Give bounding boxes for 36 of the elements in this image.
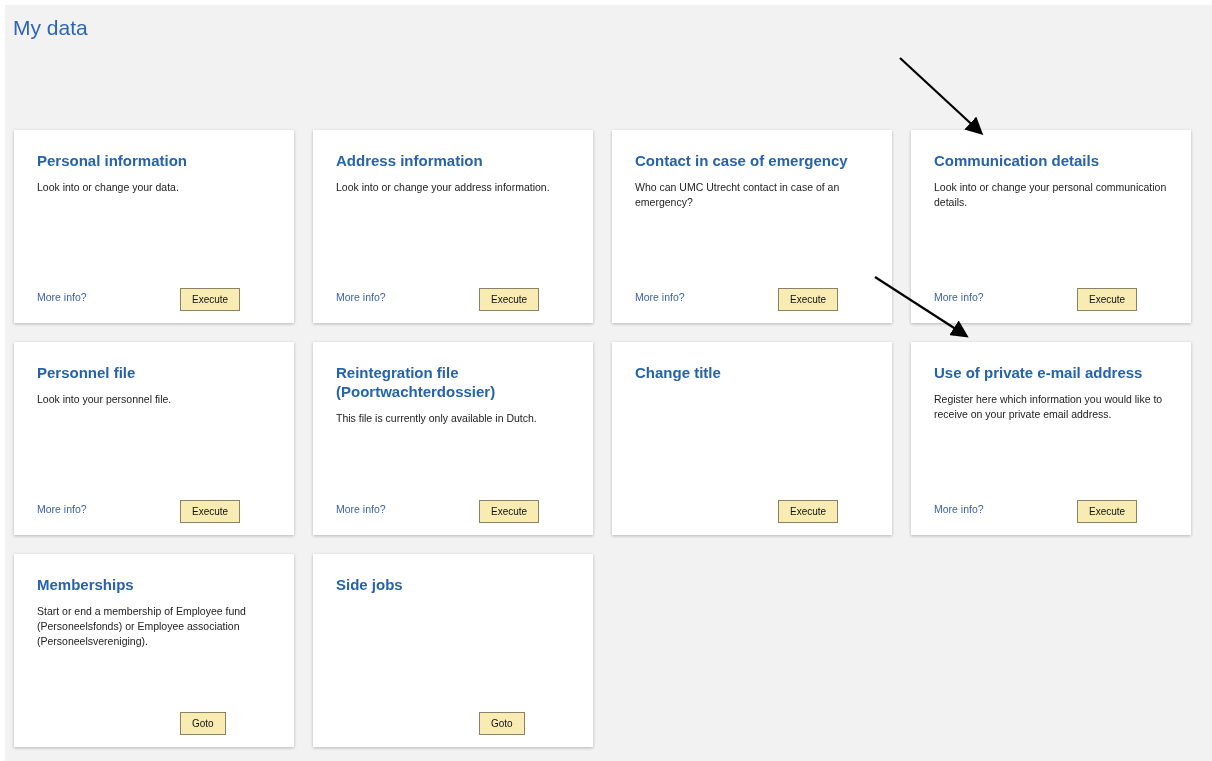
tile-title: Personnel file bbox=[37, 363, 137, 382]
more-info-link[interactable]: More info? bbox=[336, 290, 386, 306]
tile-title: Use of private e-mail address bbox=[934, 363, 1144, 382]
tile-description: Look into your personnel file. bbox=[37, 392, 173, 407]
action-button[interactable]: Execute bbox=[180, 500, 241, 523]
action-button[interactable]: Execute bbox=[1077, 500, 1138, 523]
tile-title: Memberships bbox=[37, 575, 135, 594]
tile-description: Start or end a membership of Employee fund (Personeelsfonds) or Employee association (Personeelsvereniging). bbox=[37, 604, 247, 649]
action-button[interactable]: Execute bbox=[479, 288, 540, 311]
tile-description: This file is currently only available in Dutch. bbox=[336, 411, 538, 426]
action-button[interactable]: Goto bbox=[479, 712, 525, 735]
action-button[interactable]: Execute bbox=[778, 288, 839, 311]
tile-title: Change title bbox=[635, 363, 722, 382]
action-button[interactable]: Execute bbox=[778, 500, 839, 523]
more-info-link[interactable]: More info? bbox=[37, 290, 87, 306]
tile-title: Address information bbox=[336, 151, 484, 170]
tile-title: Side jobs bbox=[336, 575, 404, 594]
more-info-link[interactable]: More info? bbox=[336, 502, 386, 518]
tile-title: Contact in case of emergency bbox=[635, 151, 849, 170]
page-title: My data bbox=[13, 15, 88, 41]
more-info-link[interactable]: More info? bbox=[635, 290, 685, 306]
tile-description: Look into or change your address information. bbox=[336, 180, 551, 195]
more-info-link[interactable]: More info? bbox=[934, 290, 984, 306]
tile-description: Look into or change your data. bbox=[37, 180, 180, 195]
tile-title: Personal information bbox=[37, 151, 189, 170]
action-button[interactable]: Execute bbox=[180, 288, 241, 311]
tile-title: Reintegration file (Poortwachterdossier) bbox=[336, 363, 497, 401]
tile-description: Who can UMC Utrecht contact in case of an emergency? bbox=[635, 180, 841, 210]
tile-description: Register here which information you would like to receive on your private email address. bbox=[934, 392, 1164, 422]
action-button[interactable]: Goto bbox=[180, 712, 226, 735]
action-button[interactable]: Execute bbox=[1077, 288, 1138, 311]
tile-title: Communication details bbox=[934, 151, 1101, 170]
tile-description: Look into or change your personal communication details. bbox=[934, 180, 1168, 210]
action-button[interactable]: Execute bbox=[479, 500, 540, 523]
more-info-link[interactable]: More info? bbox=[934, 502, 984, 518]
more-info-link[interactable]: More info? bbox=[37, 502, 87, 518]
